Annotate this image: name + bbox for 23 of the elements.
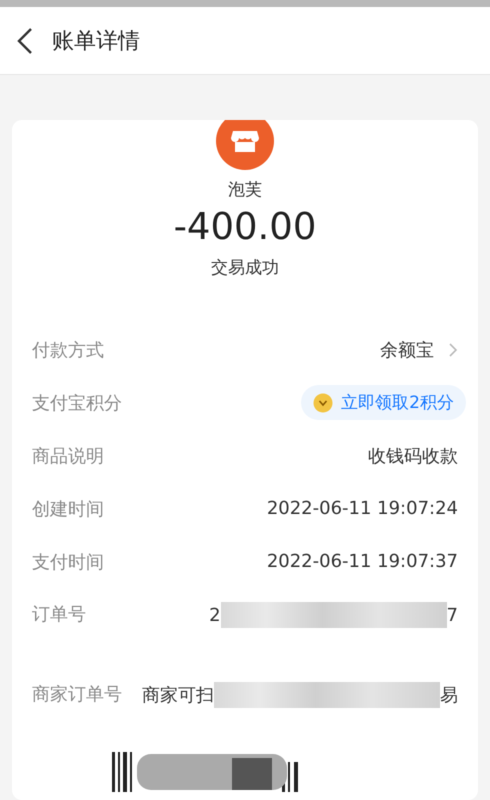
field-label: 支付时间 <box>32 550 104 574</box>
field-label: 付款方式 <box>32 338 104 362</box>
claim-points-button[interactable]: 立即领取2积分 <box>301 385 466 420</box>
back-icon[interactable] <box>16 26 34 54</box>
field-label: 订单号 <box>32 603 86 626</box>
field-label: 支付宝积分 <box>32 392 122 414</box>
field-value: 商家可扫 <box>142 684 214 707</box>
field-value: 2022-06-11 19:07:24 <box>266 498 458 519</box>
field-value: 收钱码收款 <box>368 444 458 468</box>
field-label: 商家订单号 <box>32 683 122 706</box>
field-value: 2 <box>209 604 221 626</box>
coin-icon <box>313 392 334 412</box>
field-label: 商品说明 <box>32 444 104 468</box>
merchant-name: 泡芙 <box>228 179 262 201</box>
page-title: 账单详情 <box>52 28 140 56</box>
field-label: 创建时间 <box>32 498 104 520</box>
chevron-icon <box>448 342 458 358</box>
amount-text: -400.00 <box>174 205 316 248</box>
status-text: 交易成功 <box>211 257 279 279</box>
field-value: 7 <box>446 604 458 626</box>
field-value: 易 <box>440 684 458 707</box>
payment-method-link[interactable]: 余额宝 <box>380 338 458 362</box>
field-value: 2022-06-11 19:07:37 <box>266 551 458 572</box>
